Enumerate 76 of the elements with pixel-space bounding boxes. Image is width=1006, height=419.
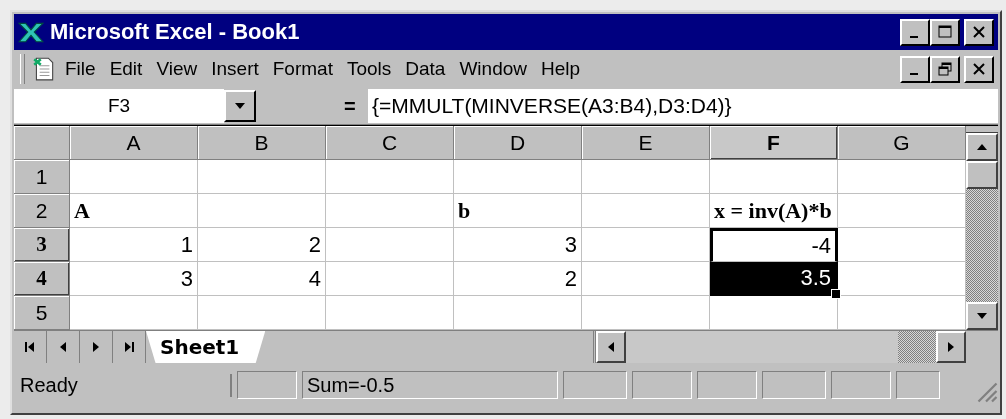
- caret-down-icon: [234, 102, 246, 110]
- table-cell: 2: [454, 262, 582, 296]
- column-header[interactable]: D: [454, 126, 582, 160]
- table-cell: 3: [70, 262, 198, 296]
- restore-button[interactable]: [930, 55, 960, 83]
- name-box[interactable]: F3: [14, 89, 224, 123]
- dropdown-button[interactable]: [224, 90, 256, 122]
- app-icon: [18, 21, 44, 43]
- first-icon: [23, 340, 37, 354]
- maximize-button[interactable]: [930, 18, 960, 46]
- menu-item[interactable]: Window: [459, 58, 527, 80]
- menu-item[interactable]: Insert: [211, 58, 259, 80]
- status-panel: [831, 371, 891, 399]
- menu-item[interactable]: Edit: [109, 58, 143, 80]
- status-sum: Sum=-0.5: [302, 371, 558, 399]
- column-header[interactable]: B: [198, 126, 326, 160]
- status-panel: [697, 371, 757, 399]
- scroll-down-button[interactable]: [966, 302, 998, 330]
- caret-up-icon: [976, 143, 988, 151]
- scroll-thumb[interactable]: [898, 331, 936, 363]
- column-header[interactable]: F: [710, 126, 838, 160]
- minimize-button[interactable]: [900, 55, 930, 83]
- scroll-right-button[interactable]: [936, 331, 966, 363]
- minimize-icon: [909, 73, 918, 75]
- scroll-thumb[interactable]: [966, 161, 998, 189]
- restore-icon: [938, 62, 952, 76]
- column-header[interactable]: E: [582, 126, 710, 160]
- scroll-left-button[interactable]: [596, 331, 626, 363]
- close-button[interactable]: [964, 55, 994, 83]
- status-panel: [237, 371, 297, 399]
- column-header[interactable]: A: [70, 126, 198, 160]
- menu-item[interactable]: File: [65, 58, 96, 80]
- table-cell: -4: [710, 228, 838, 262]
- table-cell: x = inv(A)*b: [710, 194, 838, 228]
- last-icon: [122, 340, 136, 354]
- table-cell: 3.5: [710, 262, 838, 296]
- menu-item[interactable]: Format: [272, 58, 333, 80]
- column-header[interactable]: C: [326, 126, 454, 160]
- status-panel: [632, 371, 692, 399]
- caret-left-icon: [607, 341, 615, 353]
- row-header[interactable]: 3: [14, 228, 70, 262]
- row-header[interactable]: 5: [14, 296, 70, 330]
- table-cell: 3: [454, 228, 582, 262]
- fill-handle[interactable]: [831, 289, 841, 299]
- table-cell: b: [454, 194, 582, 228]
- formula-field[interactable]: {=MMULT(MINVERSE(A3:B4),D3:D4)}: [368, 89, 998, 123]
- menu-item[interactable]: View: [156, 58, 198, 80]
- caret-right-icon: [947, 341, 955, 353]
- close-button[interactable]: [964, 18, 994, 46]
- status-text: Ready: [14, 373, 232, 397]
- status-panel: [896, 371, 940, 399]
- status-panel: [762, 371, 826, 399]
- row-header[interactable]: 2: [14, 194, 70, 228]
- table-cell: A: [70, 194, 198, 228]
- window-title: Microsoft Excel - Book1: [50, 19, 300, 45]
- minimize-icon: [909, 36, 918, 38]
- row-header[interactable]: 4: [14, 262, 70, 296]
- close-icon: [972, 62, 986, 76]
- table-cell: 2: [198, 228, 326, 262]
- status-panel: [563, 371, 627, 399]
- caret-down-icon: [976, 312, 988, 320]
- column-header[interactable]: G: [838, 126, 966, 160]
- sheet-tab[interactable]: Sheet1: [146, 331, 266, 363]
- horizontal-scrollbar[interactable]: [596, 331, 966, 363]
- select-all-button[interactable]: [14, 126, 70, 160]
- equals-sign: =: [344, 94, 357, 118]
- menu-item[interactable]: Help: [541, 58, 581, 80]
- close-icon: [972, 25, 986, 39]
- table-cell: 1: [70, 228, 198, 262]
- minimize-button[interactable]: [900, 18, 930, 46]
- table-cell: 4: [198, 262, 326, 296]
- menu-item[interactable]: Data: [405, 58, 446, 80]
- scroll-up-button[interactable]: [966, 133, 998, 161]
- row-header[interactable]: 1: [14, 160, 70, 194]
- maximize-icon: [938, 25, 952, 39]
- menu-item[interactable]: Tools: [346, 58, 392, 80]
